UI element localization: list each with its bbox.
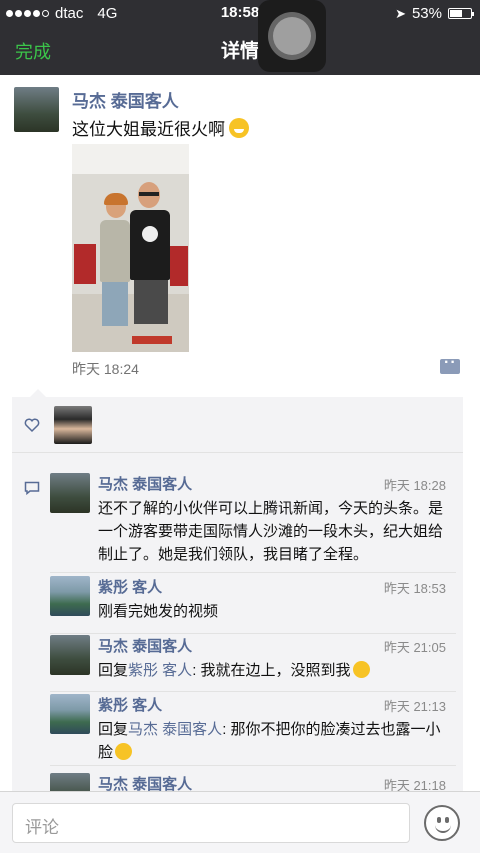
reply-target-name[interactable]: 紫彤 客人 (128, 662, 192, 679)
comment-time: 昨天 21:05 (383, 640, 446, 655)
comment-item[interactable]: 马杰 泰国客人 昨天 21:05 回复紫彤 客人: 我就在边上，没照到我 (50, 635, 456, 692)
more-actions-icon[interactable] (440, 354, 460, 374)
reply-text: : 我就在边上，没照到我 (192, 662, 351, 679)
commenter-avatar[interactable] (50, 694, 90, 734)
location-arrow-icon: ➤ (395, 5, 406, 21)
post-text: 这位大姐最近很火啊 (72, 115, 249, 140)
battery-icon (448, 8, 474, 19)
interactions-box: 马杰 泰国客人 昨天 18:28 还不了解的小伙伴可以上腾讯新闻，今天的头条。是… (12, 397, 463, 797)
nav-bar: 完成 详情 (0, 26, 480, 75)
comment-item[interactable]: 紫彤 客人 昨天 18:53 刚看完她发的视频 (50, 576, 456, 634)
comment-bar: 评论 (0, 791, 480, 853)
thinking-emoji-icon (115, 743, 133, 760)
post-photo[interactable] (72, 144, 189, 352)
comment-time: 昨天 18:53 (383, 581, 446, 596)
comment-input[interactable]: 评论 (12, 803, 410, 843)
commenter-name[interactable]: 马杰 泰国客人 (98, 473, 192, 494)
status-bar: dtac 4G 18:58 ➤ 53% (0, 0, 480, 26)
box-arrow (30, 389, 46, 397)
assistive-touch-button[interactable] (258, 0, 326, 72)
post-time: 昨天 18:24 (72, 361, 139, 377)
likes-row (12, 397, 463, 453)
top-bar: dtac 4G 18:58 ➤ 53% 完成 详情 (0, 0, 480, 75)
comment-time: 昨天 18:28 (383, 478, 446, 493)
comment-time: 昨天 21:13 (383, 699, 446, 714)
page-title: 详情 (220, 41, 259, 62)
heart-icon (24, 418, 40, 433)
commenter-name[interactable]: 马杰 泰国客人 (98, 635, 192, 656)
commenter-avatar[interactable] (50, 473, 90, 513)
battery-percent: 53% (411, 5, 442, 22)
reply-prefix: 回复 (98, 662, 129, 679)
comment-bubble-icon (24, 481, 40, 495)
post-author-name[interactable]: 马杰 泰国客人 (72, 87, 179, 112)
comment-item[interactable]: 马杰 泰国客人 昨天 18:28 还不了解的小伙伴可以上腾讯新闻，今天的头条。是… (50, 473, 456, 573)
commenter-avatar[interactable] (50, 635, 90, 675)
comment-text: 回复马杰 泰国客人: 那你不把你的脸凑过去也露一小脸 (98, 718, 450, 764)
comment-text: 还不了解的小伙伴可以上腾讯新闻，今天的头条。是一个游客要带走国际情人沙滩的一段木… (98, 500, 444, 563)
grin-emoji-icon (229, 117, 249, 138)
author-avatar[interactable] (14, 87, 59, 132)
comment-text: 刚看完她发的视频 (98, 603, 219, 620)
commenter-name[interactable]: 紫彤 客人 (98, 576, 162, 597)
smirk-emoji-icon (352, 661, 370, 678)
comment-item[interactable]: 紫彤 客人 昨天 21:13 回复马杰 泰国客人: 那你不把你的脸凑过去也露一小… (50, 694, 456, 766)
reply-target-name[interactable]: 马杰 泰国客人 (128, 721, 222, 738)
commenter-avatar[interactable] (50, 576, 90, 616)
emoji-face-icon[interactable] (424, 805, 460, 841)
reply-prefix: 回复 (98, 721, 129, 738)
commenter-name[interactable]: 紫彤 客人 (98, 694, 162, 715)
post-text-content: 这位大姐最近很火啊 (72, 120, 225, 139)
comment-text: 回复紫彤 客人: 我就在边上，没照到我 (98, 659, 450, 682)
liker-avatar[interactable] (54, 406, 92, 444)
